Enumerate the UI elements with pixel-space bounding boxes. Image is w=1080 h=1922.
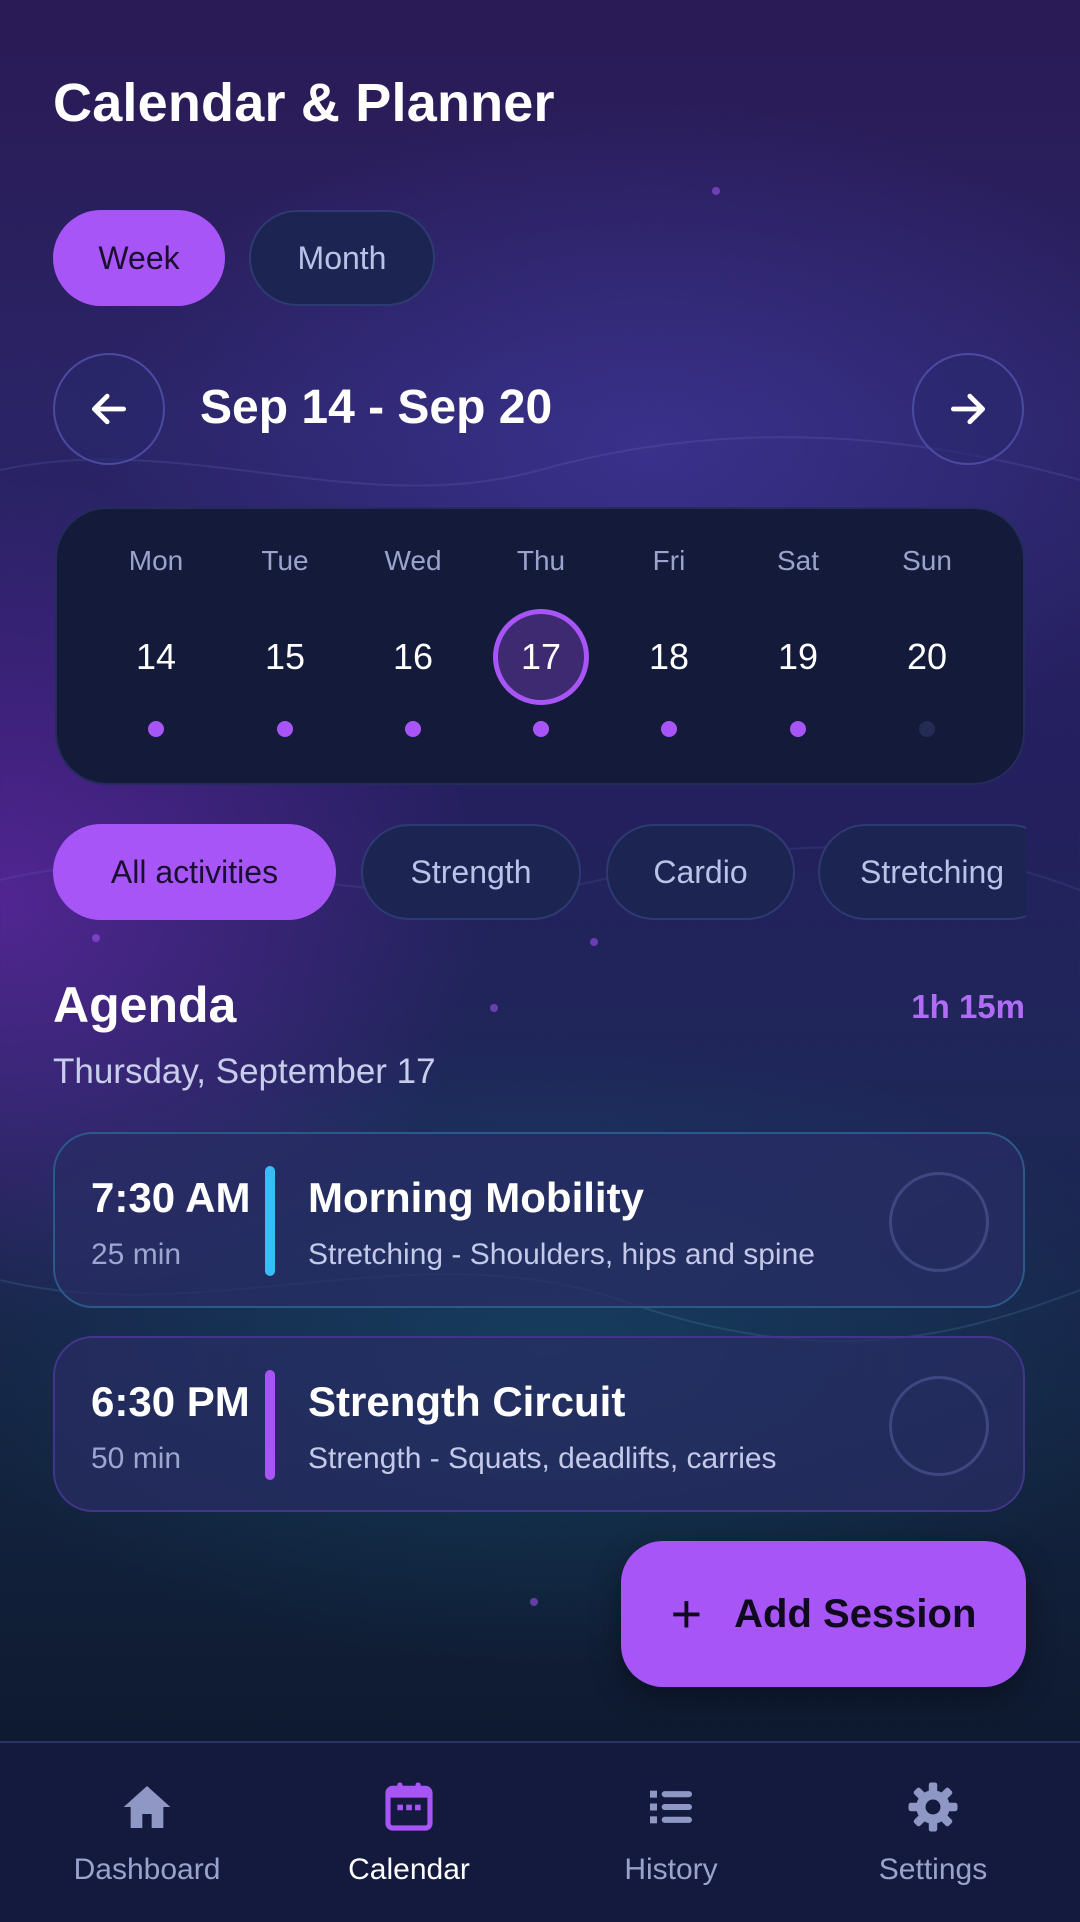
bg-particle xyxy=(712,187,720,195)
day-tue[interactable]: Tue 15 xyxy=(225,509,345,787)
nav-calendar[interactable]: Calendar xyxy=(274,1743,544,1922)
day-number: 16 xyxy=(392,636,434,677)
day-number: 14 xyxy=(135,636,177,677)
add-session-label: Add Session xyxy=(734,1591,977,1636)
session-dot xyxy=(790,721,806,737)
day-fri[interactable]: Fri 18 xyxy=(609,509,729,787)
filter-all-activities[interactable]: All activities xyxy=(53,824,336,920)
day-wed[interactable]: Wed 16 xyxy=(353,509,473,787)
session-dot xyxy=(277,721,293,737)
day-name: Sat xyxy=(776,545,820,576)
session-accent-bar xyxy=(265,1370,275,1480)
session-dot xyxy=(533,721,549,737)
toggle-week-label: Week xyxy=(98,239,180,276)
session-time: 7:30 AM xyxy=(91,1174,251,1221)
agenda-date: Thursday, September 17 xyxy=(53,1052,436,1091)
session-description: Strength - Squats, deadlifts, carries xyxy=(308,1442,777,1475)
day-number-selected: 17 xyxy=(493,609,589,705)
next-week-button[interactable] xyxy=(912,353,1024,465)
day-name: Sun xyxy=(902,545,952,576)
filter-label: All activities xyxy=(110,853,279,890)
session-card-morning-mobility[interactable]: 7:30 AM 25 min Morning Mobility Stretchi… xyxy=(53,1132,1025,1308)
day-number: 18 xyxy=(648,636,690,677)
session-time: 6:30 PM xyxy=(91,1378,250,1425)
list-icon xyxy=(650,1790,692,1824)
day-number: 15 xyxy=(264,636,306,677)
nav-dashboard[interactable]: Dashboard xyxy=(12,1743,282,1922)
plus-icon: + xyxy=(670,1584,703,1644)
day-sun[interactable]: Sun 20 xyxy=(867,509,987,787)
day-mon[interactable]: Mon 14 xyxy=(96,509,216,787)
session-card-strength-circuit[interactable]: 6:30 PM 50 min Strength Circuit Strength… xyxy=(53,1336,1025,1512)
nav-label: Calendar xyxy=(348,1853,470,1886)
toggle-month-label: Month xyxy=(297,239,387,276)
filter-label: Strength xyxy=(410,853,532,890)
bg-particle xyxy=(92,934,100,942)
nav-history[interactable]: History xyxy=(536,1743,806,1922)
week-strip: Mon 14 Tue 15 Wed 16 Thu 17 Fri 18 Sat 1… xyxy=(55,507,1025,785)
session-name: Morning Mobility xyxy=(308,1174,644,1221)
filter-stretching[interactable]: Stretching xyxy=(818,824,1026,920)
filter-label: Stretching xyxy=(860,853,1005,890)
nav-label: History xyxy=(624,1853,718,1886)
filter-strength[interactable]: Strength xyxy=(361,824,581,920)
session-dot xyxy=(661,721,677,737)
nav-label: Settings xyxy=(878,1853,988,1886)
session-complete-checkbox[interactable] xyxy=(889,1172,989,1272)
toggle-month-button[interactable]: Month xyxy=(249,210,435,306)
prev-week-button[interactable] xyxy=(53,353,165,465)
filter-cardio[interactable]: Cardio xyxy=(606,824,795,920)
bottom-nav: Dashboard Calendar History Settings xyxy=(0,1741,1080,1922)
day-number: 19 xyxy=(777,636,819,677)
day-sat[interactable]: Sat 19 xyxy=(738,509,858,787)
day-number: 20 xyxy=(906,636,948,677)
week-range-label: Sep 14 - Sep 20 xyxy=(200,381,553,434)
day-name: Fri xyxy=(652,545,686,576)
toggle-week-button[interactable]: Week xyxy=(53,210,225,306)
day-name: Wed xyxy=(384,545,442,576)
filter-chips: All activities Strength Cardio Stretchin… xyxy=(53,824,1026,924)
day-thu[interactable]: Thu 17 xyxy=(481,509,601,787)
bg-particle xyxy=(490,1004,498,1012)
filter-label: Cardio xyxy=(653,853,748,890)
calendar-icon xyxy=(385,1782,433,1831)
arrow-left-icon xyxy=(91,393,127,425)
session-accent-bar xyxy=(265,1166,275,1276)
page-title: Calendar & Planner xyxy=(53,73,555,133)
session-duration: 25 min xyxy=(91,1238,182,1271)
session-description: Stretching - Shoulders, hips and spine xyxy=(308,1238,815,1271)
session-name: Strength Circuit xyxy=(308,1378,626,1425)
nav-settings[interactable]: Settings xyxy=(798,1743,1068,1922)
session-complete-checkbox[interactable] xyxy=(889,1376,989,1476)
day-name: Mon xyxy=(128,545,184,576)
day-name: Thu xyxy=(516,545,566,576)
nav-label: Dashboard xyxy=(73,1853,221,1886)
agenda-total-duration: 1h 15m xyxy=(911,988,1025,1025)
session-dot xyxy=(148,721,164,737)
bg-particle xyxy=(530,1598,538,1606)
session-dot xyxy=(405,721,421,737)
home-icon xyxy=(123,1786,171,1828)
bg-particle xyxy=(590,938,598,946)
arrow-right-icon xyxy=(950,393,986,425)
agenda-title: Agenda xyxy=(53,977,237,1033)
session-dot-empty xyxy=(919,721,935,737)
gear-icon xyxy=(908,1782,958,1832)
day-name: Tue xyxy=(261,545,309,576)
session-duration: 50 min xyxy=(91,1442,182,1475)
add-session-button[interactable]: + Add Session xyxy=(621,1541,1026,1687)
